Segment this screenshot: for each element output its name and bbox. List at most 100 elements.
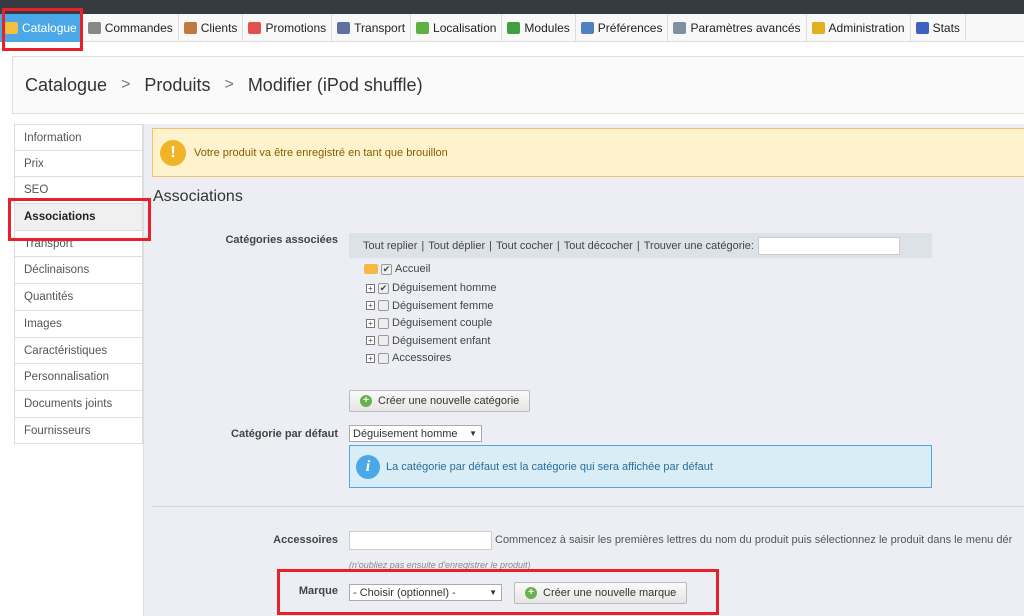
top-bar	[0, 0, 1024, 14]
tree-toolbar: Tout replier | Tout déplier | Tout coche…	[349, 233, 932, 258]
expand-icon[interactable]: +	[366, 318, 375, 328]
tab-label: Paramètres avancés	[690, 21, 801, 35]
nav-tab-10[interactable]: Stats	[911, 14, 966, 42]
highlight-associations	[8, 198, 151, 241]
warning-icon: !	[160, 139, 186, 166]
divider	[152, 506, 1024, 507]
warning-text: Votre produit va être enregistré en tant…	[194, 146, 448, 159]
sidebar-item[interactable]: Déclinaisons	[14, 257, 143, 285]
sidebar-item[interactable]: Images	[14, 310, 143, 338]
tab-label: Modules	[524, 21, 570, 35]
select-value: Déguisement homme	[353, 427, 458, 440]
expand-icon[interactable]: +	[366, 301, 375, 310]
highlight-brand	[277, 569, 719, 615]
accessories-hint: Commencez à saisir les premières lettres…	[495, 534, 1013, 546]
plus-icon: +	[360, 395, 372, 407]
tab-label: Transport	[354, 21, 406, 35]
category-label: Déguisement enfant	[392, 334, 491, 347]
tab-label: Commandes	[104, 21, 173, 35]
category-label: Accessoires	[392, 352, 452, 364]
sidebar-item[interactable]: Quantités	[14, 284, 143, 311]
category-checkbox[interactable]	[378, 352, 389, 364]
chart-icon	[915, 22, 929, 34]
cart-icon	[87, 22, 101, 34]
breadcrumb-catalogue[interactable]: Catalogue	[25, 75, 107, 96]
expand-icon[interactable]: +	[366, 336, 375, 345]
main-nav: Catalogue Commandes Clients Promotions Trans…	[0, 14, 1024, 42]
tree-node: + ✔ Déguisement homme	[366, 282, 497, 294]
category-checkbox[interactable]: ✔	[378, 282, 389, 294]
uncheck-all-link[interactable]: Tout décocher	[564, 240, 633, 252]
find-category-input[interactable]	[757, 236, 900, 255]
default-category-select[interactable]: Déguisement homme ▼	[349, 425, 482, 442]
category-label: Déguisement couple	[392, 317, 493, 329]
category-label: Déguisement homme	[392, 282, 497, 294]
sidebar-item[interactable]: Personnalisation	[14, 364, 143, 391]
draft-warning: ! Votre produit va être enregistré en ta…	[152, 128, 1024, 177]
sidebar-item[interactable]: Documents joints	[14, 390, 143, 418]
nav-tab-6[interactable]: Modules	[502, 14, 576, 42]
section-title: Associations	[153, 188, 243, 205]
puzzle-icon	[507, 22, 521, 34]
tree-node: + Déguisement couple	[366, 317, 492, 329]
tab-label: Administration	[828, 21, 905, 35]
globe-icon	[416, 22, 430, 34]
nav-tab-4[interactable]: Transport	[332, 14, 412, 42]
create-category-button[interactable]: + Créer une nouvelle catégorie	[349, 390, 531, 412]
sidebar-item[interactable]: Prix	[14, 150, 143, 178]
category-checkbox[interactable]	[378, 300, 389, 311]
breadcrumb-products[interactable]: Produits	[144, 75, 210, 96]
user-icon	[183, 22, 197, 34]
folder-open-icon	[364, 264, 378, 274]
product-sidebar: Information Prix SEO Associations Transport D…	[14, 124, 143, 445]
tab-label: Localisation	[433, 21, 497, 35]
dropdown-arrow-icon: ▼	[469, 429, 477, 438]
default-category-label: Catégorie par défaut	[231, 428, 338, 440]
sidebar-item[interactable]: Fournisseurs	[14, 417, 143, 445]
nav-tab-7[interactable]: Préférences	[576, 14, 669, 42]
sidebar-item[interactable]: Caractéristiques	[14, 337, 143, 365]
info-text: La catégorie par défaut est la catégorie…	[386, 460, 713, 473]
tree-node: + Déguisement femme	[366, 300, 494, 312]
nav-tab-1[interactable]: Commandes	[83, 14, 179, 42]
breadcrumb: Catalogue > Produits > Modifier (iPod sh…	[12, 56, 1024, 114]
info-icon: i	[356, 454, 380, 479]
check-all-link[interactable]: Tout cocher	[496, 240, 553, 252]
breadcrumb-separator: >	[121, 76, 131, 93]
collapse-all-link[interactable]: Tout replier	[363, 240, 417, 252]
tab-label: Promotions	[265, 21, 327, 35]
nav-tab-2[interactable]: Clients	[179, 14, 244, 42]
sidebar-item[interactable]: Information	[14, 124, 143, 151]
nav-tab-9[interactable]: Administration	[807, 14, 911, 42]
tab-label: Préférences	[597, 21, 663, 35]
tree-root: ✔ Accueil	[364, 263, 430, 275]
tree-node: + Déguisement enfant	[366, 335, 490, 347]
preferences-icon	[580, 22, 594, 34]
nav-tab-8[interactable]: Paramètres avancés	[668, 14, 807, 42]
categories-label: Catégories associées	[225, 234, 338, 246]
key-icon	[811, 22, 825, 34]
category-checkbox[interactable]	[378, 317, 389, 329]
nav-tab-5[interactable]: Localisation	[411, 14, 503, 42]
truck-icon	[337, 22, 351, 34]
breadcrumb-separator: >	[224, 76, 234, 93]
expand-icon[interactable]: +	[366, 353, 375, 363]
accessories-label: Accessoires	[273, 534, 338, 546]
button-label: Créer une nouvelle catégorie	[378, 395, 520, 407]
category-checkbox[interactable]	[378, 335, 389, 346]
nav-tab-3[interactable]: Promotions	[243, 14, 333, 42]
promotion-icon	[248, 22, 262, 34]
category-label: Accueil	[395, 263, 431, 275]
category-checkbox[interactable]: ✔	[381, 263, 392, 275]
wrench-icon	[673, 22, 687, 34]
tab-label: Clients	[200, 21, 238, 35]
expand-icon[interactable]: +	[366, 283, 375, 293]
expand-all-link[interactable]: Tout déplier	[428, 240, 485, 252]
tree-node: + Accessoires	[366, 352, 451, 364]
highlight-catalogue	[2, 8, 83, 51]
tab-label: Stats	[932, 21, 960, 35]
default-category-info: i La catégorie par défaut est la catégor…	[349, 445, 932, 488]
page-title: Modifier (iPod shuffle)	[247, 74, 423, 95]
accessories-input[interactable]	[349, 531, 492, 550]
category-label: Déguisement femme	[392, 299, 494, 312]
